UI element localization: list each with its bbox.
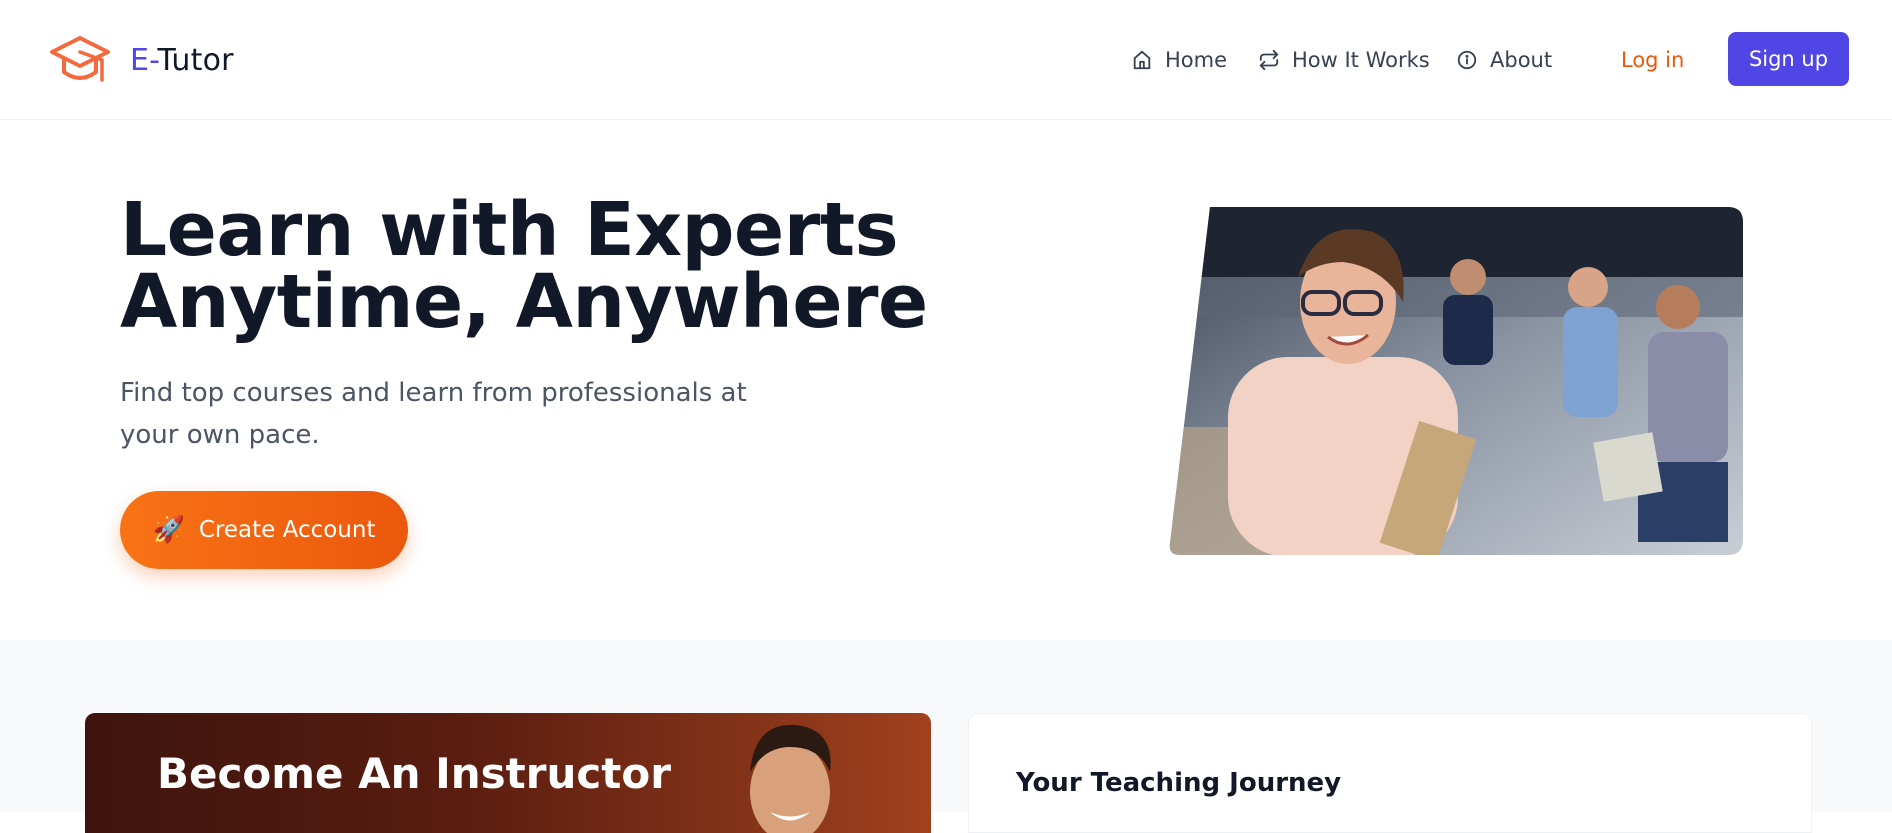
become-instructor-title: Become An Instructor (157, 749, 671, 798)
hero-title-line2: Anytime, Anywhere (120, 259, 928, 345)
brand-suffix: Tutor (157, 42, 234, 78)
teaching-journey-title: Your Teaching Journey (1016, 768, 1342, 798)
become-instructor-card[interactable]: Become An Instructor (85, 713, 931, 833)
create-account-label: Create Account (198, 517, 376, 543)
hero-subtitle: Find top courses and learn from professi… (120, 378, 747, 450)
teaching-journey-card: Your Teaching Journey (968, 713, 1812, 833)
nav-home-label: Home (1165, 48, 1228, 72)
nav-about[interactable]: About (1456, 44, 1552, 76)
site-header: E-Tutor Home How It Works About Log in S… (0, 0, 1892, 120)
graduation-cap-icon (50, 36, 110, 82)
info-icon (1457, 50, 1477, 70)
nav-how-it-works[interactable]: How It Works (1258, 44, 1430, 76)
hero-classroom-image (1169, 207, 1743, 555)
home-icon (1133, 50, 1151, 70)
rocket-icon: 🚀 (152, 515, 185, 545)
hero-title: Learn with Experts Anytime, Anywhere (120, 187, 928, 345)
nav-how-it-works-label: How It Works (1292, 48, 1430, 72)
hero-title-line1: Learn with Experts (120, 187, 899, 273)
brand-name: E-Tutor (130, 43, 234, 78)
signup-button[interactable]: Sign up (1728, 32, 1849, 86)
nav-about-label: About (1490, 48, 1553, 72)
brand-prefix: E- (130, 42, 158, 78)
repeat-icon (1259, 49, 1279, 71)
nav-home[interactable]: Home (1131, 44, 1227, 76)
create-account-button[interactable]: 🚀 Create Account (120, 491, 408, 569)
login-link[interactable]: Log in (1621, 44, 1684, 76)
brand-logo[interactable]: E-Tutor (48, 30, 234, 90)
instructor-photo (750, 724, 831, 833)
